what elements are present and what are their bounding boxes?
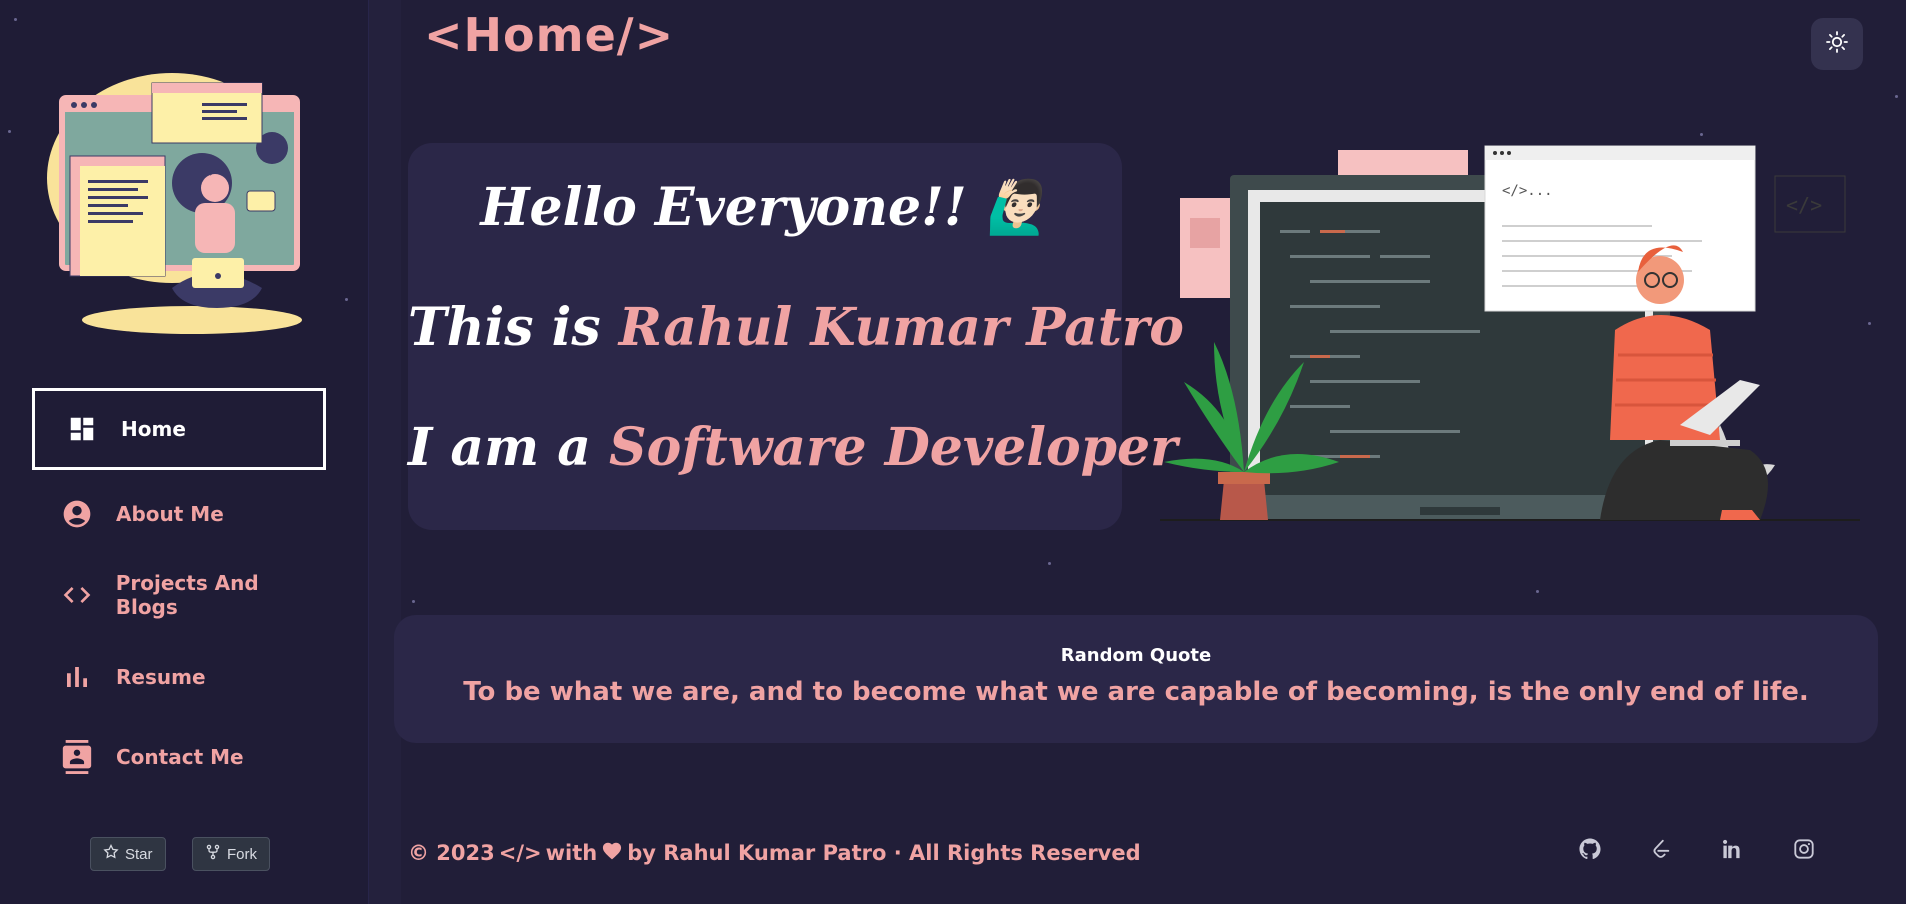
theme-toggle-button[interactable] bbox=[1811, 18, 1863, 70]
svg-text:</>...: </>... bbox=[1502, 183, 1553, 199]
github-icon bbox=[1579, 838, 1601, 864]
nav-contact-me[interactable]: Contact Me bbox=[32, 716, 326, 798]
heart-icon bbox=[601, 840, 623, 865]
nav-resume-label: Resume bbox=[116, 665, 206, 689]
nav-projects-and-blogs-label: Projects And Blogs bbox=[115, 571, 259, 619]
sidebar-gutter bbox=[369, 0, 401, 904]
linkedin-link[interactable] bbox=[1716, 834, 1750, 868]
coding-illustration: </>... </> bbox=[1160, 145, 1860, 521]
developer-illustration bbox=[47, 73, 302, 334]
hero-role-title: Software Developer bbox=[609, 417, 1178, 478]
footer-author-text: by Rahul Kumar Patro · All Rights Reserv… bbox=[627, 840, 1141, 865]
page-title: <Home/> bbox=[424, 8, 675, 62]
star-dot bbox=[1536, 590, 1539, 593]
svg-text:</>: </> bbox=[1786, 193, 1822, 217]
github-star-label: Star bbox=[125, 845, 153, 863]
nav-home[interactable]: Home bbox=[32, 388, 326, 470]
github-link[interactable] bbox=[1573, 834, 1607, 868]
nav-home-label: Home bbox=[121, 417, 186, 441]
star-dot bbox=[412, 600, 415, 603]
star-dot bbox=[14, 18, 17, 21]
hero-intro-prefix: This is bbox=[408, 297, 619, 358]
leetcode-icon bbox=[1650, 838, 1672, 864]
waving-person-emoji: 🙋🏻‍♂️ bbox=[984, 177, 1050, 238]
linkedin-icon bbox=[1723, 839, 1743, 863]
code-icon bbox=[60, 578, 94, 612]
hero-role-prefix: I am a bbox=[408, 417, 610, 478]
contact-card-icon bbox=[60, 740, 94, 774]
sun-icon bbox=[1825, 30, 1849, 58]
sidebar: Home About Me Projects And Blogs Resume … bbox=[0, 0, 369, 904]
nav-about-me-label: About Me bbox=[116, 502, 224, 526]
leetcode-link[interactable] bbox=[1644, 834, 1678, 868]
bar-chart-icon bbox=[60, 660, 94, 694]
instagram-icon bbox=[1793, 838, 1815, 864]
nav-about-me[interactable]: About Me bbox=[32, 473, 326, 555]
random-quote-card: Random Quote To be what we are, and to b… bbox=[394, 615, 1878, 743]
star-dot bbox=[1700, 133, 1703, 136]
account-circle-icon bbox=[60, 497, 94, 531]
fork-icon bbox=[205, 844, 221, 864]
star-dot bbox=[1895, 95, 1898, 98]
star-dot bbox=[1868, 322, 1871, 325]
hero-intro: This is Rahul Kumar Patro bbox=[408, 297, 1184, 358]
copyright-year: © 2023 bbox=[408, 840, 495, 865]
nav-projects-and-blogs[interactable]: Projects And Blogs bbox=[32, 554, 326, 636]
nav-resume[interactable]: Resume bbox=[32, 636, 326, 718]
star-dot bbox=[8, 130, 11, 133]
footer-copyright: © 2023 </> with by Rahul Kumar Patro · A… bbox=[408, 840, 1141, 865]
hero-role: I am a Software Developer bbox=[408, 417, 1177, 478]
code-symbol: </> bbox=[498, 840, 542, 865]
hero-greeting: Hello Everyone!! 🙋🏻‍♂️ bbox=[408, 177, 1122, 238]
hero-name: Rahul Kumar Patro bbox=[618, 297, 1184, 358]
hero-card: Hello Everyone!! 🙋🏻‍♂️ This is Rahul Kum… bbox=[408, 143, 1184, 530]
hero-greeting-text: Hello Everyone!! bbox=[480, 177, 967, 238]
instagram-link[interactable] bbox=[1787, 834, 1821, 868]
github-fork-button[interactable]: Fork bbox=[192, 837, 270, 871]
github-fork-label: Fork bbox=[227, 845, 257, 863]
random-quote-text: To be what we are, and to become what we… bbox=[463, 677, 1809, 707]
nav-contact-me-label: Contact Me bbox=[116, 745, 244, 769]
star-dot bbox=[1048, 562, 1051, 565]
random-quote-title: Random Quote bbox=[1060, 645, 1212, 666]
star-dot bbox=[345, 298, 348, 301]
github-star-button[interactable]: Star bbox=[90, 837, 166, 871]
star-icon bbox=[103, 844, 119, 864]
dashboard-icon bbox=[65, 412, 99, 446]
footer-with-text: with bbox=[545, 840, 598, 865]
